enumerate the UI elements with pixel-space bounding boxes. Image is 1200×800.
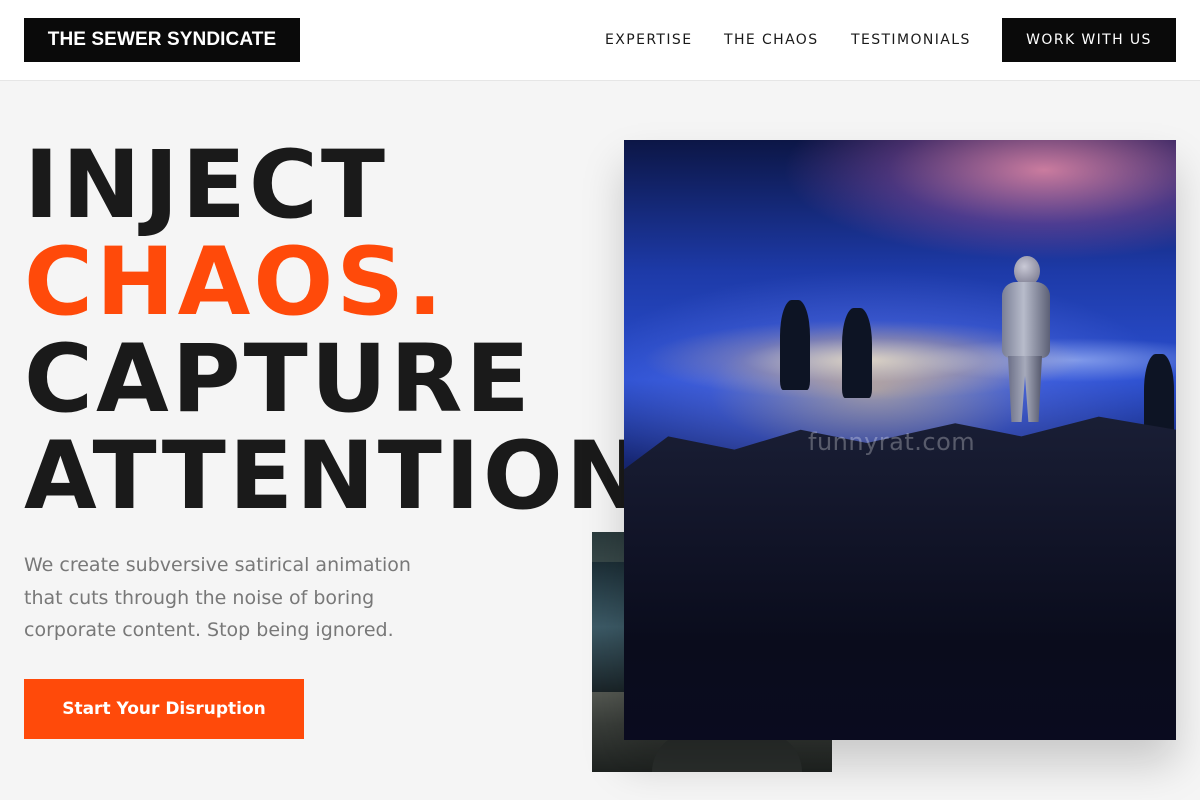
nav-link-expertise[interactable]: EXPERTISE bbox=[605, 30, 692, 50]
astronaut-legs bbox=[1008, 356, 1042, 422]
logo[interactable]: THE SEWER SYNDICATE bbox=[24, 18, 300, 62]
nav-link-testimonials[interactable]: TESTIMONIALS bbox=[851, 30, 971, 50]
hero-subtitle: We create subversive satirical animation… bbox=[24, 554, 411, 641]
headline-line-attention: ATTENTION bbox=[24, 422, 648, 531]
astronaut-body bbox=[1002, 282, 1050, 358]
headline-line-chaos: CHAOS. bbox=[24, 228, 446, 337]
astronaut-figure bbox=[994, 256, 1054, 426]
nav-link-the-chaos[interactable]: THE CHAOS bbox=[724, 30, 819, 50]
city-lights bbox=[624, 300, 1176, 420]
tree-silhouette bbox=[842, 308, 872, 398]
work-with-us-button[interactable]: WORK WITH US bbox=[1002, 18, 1176, 62]
headline-line-inject: INJECT bbox=[24, 131, 388, 240]
start-disruption-button[interactable]: Start Your Disruption bbox=[24, 679, 304, 739]
headline-line-capture: CAPTURE bbox=[24, 325, 533, 434]
cliff-silhouette bbox=[624, 416, 1176, 740]
tree-silhouette bbox=[780, 300, 810, 390]
image-watermark: funnyrat.com bbox=[808, 428, 976, 456]
site-header: THE SEWER SYNDICATE EXPERTISE THE CHAOS … bbox=[0, 0, 1200, 81]
